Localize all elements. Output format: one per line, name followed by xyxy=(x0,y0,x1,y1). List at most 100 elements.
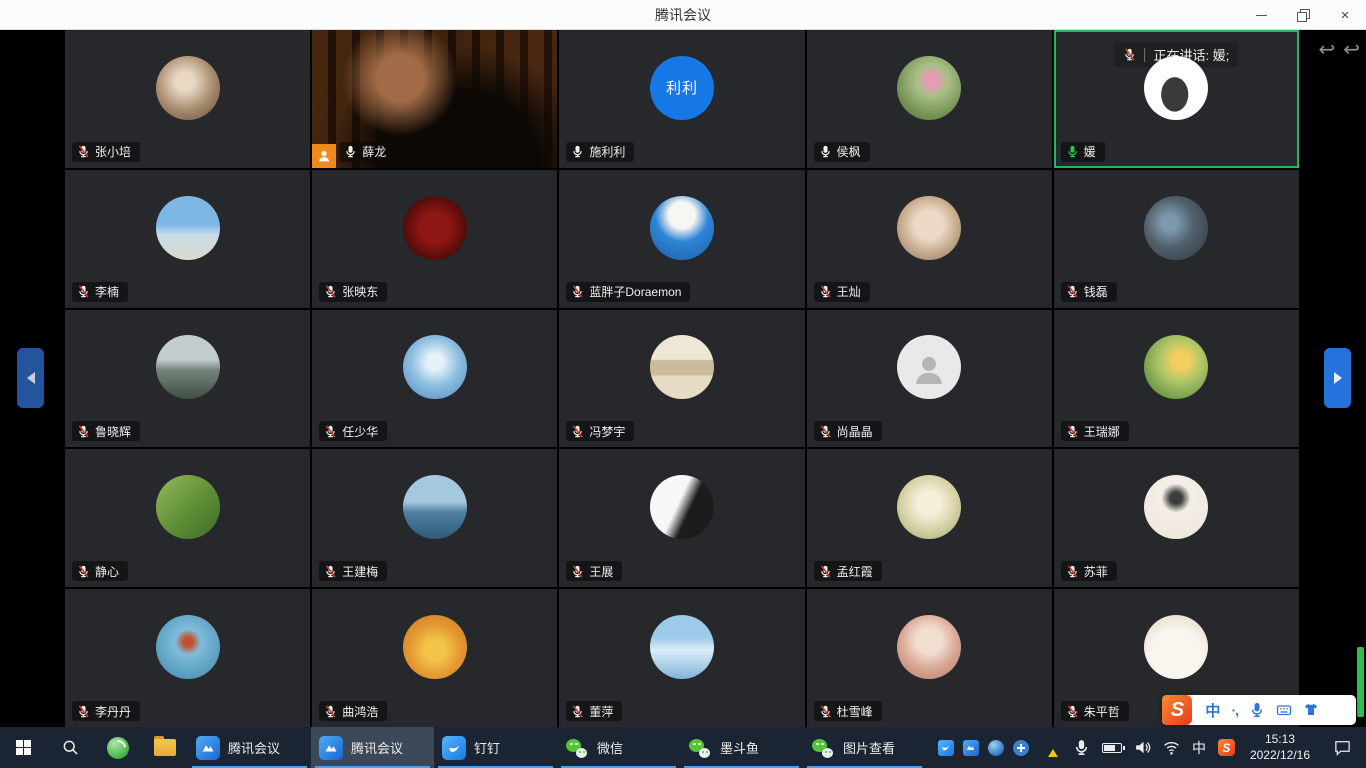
mic-on-icon xyxy=(819,145,832,158)
participant-tile[interactable]: 王展 xyxy=(559,449,804,587)
participant-tile[interactable]: 张映东 xyxy=(312,170,557,308)
avatar xyxy=(897,335,961,399)
sogou-logo-icon[interactable]: S xyxy=(1162,695,1192,725)
participant-name: 孟红霞 xyxy=(837,563,873,580)
prev-page-button[interactable] xyxy=(17,348,44,408)
mic-muted-icon xyxy=(77,425,90,438)
participant-tile[interactable]: 利利 施利利 xyxy=(559,30,804,168)
ime-indicator[interactable]: 中 xyxy=(1192,738,1206,758)
taskbar-app-label: 墨斗鱼 xyxy=(720,738,759,757)
next-page-button[interactable] xyxy=(1324,348,1351,408)
clock-time: 15:13 xyxy=(1250,732,1310,748)
participant-tile[interactable]: 侯枫 xyxy=(807,30,1052,168)
voice-input-icon[interactable] xyxy=(1249,702,1265,718)
windows-taskbar: 腾讯会议 腾讯会议 钉钉 微信 墨斗鱼 图片查看 xyxy=(0,727,1366,768)
mic-muted-icon xyxy=(819,425,832,438)
participant-name: 任少华 xyxy=(342,423,378,440)
mic-muted-icon xyxy=(571,285,584,298)
mic-speaking-icon xyxy=(1066,145,1079,158)
taskbar-app-wechat[interactable]: 微信 xyxy=(557,727,680,768)
tray-dingtalk-icon[interactable] xyxy=(938,740,954,756)
system-status-icons: 中 S xyxy=(1073,738,1235,758)
participant-name: 蓝胖子Doraemon xyxy=(589,283,681,300)
minimize-button[interactable] xyxy=(1240,0,1282,30)
participant-tile[interactable]: 钱磊 xyxy=(1054,170,1299,308)
participant-label: 媛 xyxy=(1061,142,1105,162)
participant-label: 孟红霞 xyxy=(814,561,882,581)
taskbar-search-button[interactable] xyxy=(47,727,94,768)
undo-arrow-icon[interactable]: ↩ xyxy=(1343,40,1360,60)
undo-arrow-icon[interactable]: ↩ xyxy=(1318,40,1335,60)
soft-keyboard-icon[interactable] xyxy=(1276,702,1292,718)
close-button[interactable]: × xyxy=(1324,0,1366,30)
participant-tile[interactable]: 蓝胖子Doraemon xyxy=(559,170,804,308)
participant-tile[interactable]: 鲁晓辉 xyxy=(65,310,310,448)
participant-tile[interactable]: 王建梅 xyxy=(312,449,557,587)
tray-sogou-icon[interactable]: S xyxy=(1218,739,1235,756)
taskbar-app-tencent-meeting-active[interactable]: 腾讯会议 xyxy=(311,727,434,768)
action-center-button[interactable] xyxy=(1325,738,1360,757)
participant-tile[interactable]: 董萍 xyxy=(559,589,804,727)
participant-grid: 张小培 薛龙 利利 施利利 侯 xyxy=(65,30,1299,727)
participant-label: 王灿 xyxy=(814,282,870,302)
participant-tile[interactable]: 张小培 xyxy=(65,30,310,168)
participant-tile[interactable]: 曲鸿浩 xyxy=(312,589,557,727)
warning-icon xyxy=(1048,749,1058,757)
mic-muted-icon xyxy=(324,705,337,718)
mic-muted-icon xyxy=(324,565,337,578)
start-button[interactable] xyxy=(0,727,47,768)
avatar xyxy=(156,335,220,399)
participant-label: 李楠 xyxy=(72,282,128,302)
wechat-icon xyxy=(688,736,712,760)
taskbar-app-modouyu[interactable]: 墨斗鱼 xyxy=(680,727,803,768)
participant-tile[interactable]: 杜雪峰 xyxy=(807,589,1052,727)
participant-tile[interactable]: 静心 xyxy=(65,449,310,587)
participant-label: 尚晶晶 xyxy=(814,421,882,441)
participant-label: 张映东 xyxy=(319,282,387,302)
taskbar-app-dingtalk[interactable]: 钉钉 xyxy=(434,727,557,768)
notification-bubble-icon xyxy=(1333,738,1352,757)
avatar: 利利 xyxy=(650,56,714,120)
punctuation-toggle[interactable]: ·, xyxy=(1231,702,1238,718)
participant-label: 曲鸿浩 xyxy=(319,701,387,721)
tray-microphone-icon[interactable] xyxy=(1073,739,1090,756)
avatar xyxy=(897,475,961,539)
participant-label: 任少华 xyxy=(319,421,387,441)
minimize-icon xyxy=(1256,15,1267,16)
avatar xyxy=(1144,196,1208,260)
tray-browser-icon[interactable] xyxy=(988,740,1004,756)
participant-tile[interactable]: 王灿 xyxy=(807,170,1052,308)
avatar xyxy=(156,56,220,120)
ime-mode-toggle[interactable]: 中 xyxy=(1205,700,1220,721)
taskbar-app-image-viewer[interactable]: 图片查看 xyxy=(803,727,926,768)
tray-tencent-meeting-icon[interactable] xyxy=(963,740,979,756)
browser-360-button[interactable] xyxy=(94,727,141,768)
restore-button[interactable] xyxy=(1282,0,1324,30)
taskbar-app-tencent-meeting[interactable]: 腾讯会议 xyxy=(188,727,311,768)
participant-label: 董萍 xyxy=(566,701,622,721)
participant-name: 鲁晓辉 xyxy=(95,423,131,440)
participant-tile[interactable]: 孟红霞 xyxy=(807,449,1052,587)
participant-tile-speaking[interactable]: 正在讲话: 媛; 媛 xyxy=(1054,30,1299,168)
participant-tile[interactable]: 李丹丹 xyxy=(65,589,310,727)
participant-tile[interactable]: 任少华 xyxy=(312,310,557,448)
wifi-icon[interactable] xyxy=(1163,739,1180,756)
volume-icon[interactable] xyxy=(1134,739,1151,756)
tray-security-shield-icon[interactable] xyxy=(1038,739,1056,756)
audio-level-bar xyxy=(1357,647,1364,717)
participant-tile[interactable]: 李楠 xyxy=(65,170,310,308)
avatar xyxy=(1144,475,1208,539)
participant-tile-video[interactable]: 薛龙 xyxy=(312,30,557,168)
participant-name: 王展 xyxy=(589,563,613,580)
taskbar-clock[interactable]: 15:13 2022/12/16 xyxy=(1244,732,1316,763)
participant-tile[interactable]: 王瑞娜 xyxy=(1054,310,1299,448)
file-explorer-button[interactable] xyxy=(141,727,188,768)
participant-tile[interactable]: 冯梦宇 xyxy=(559,310,804,448)
participant-tile[interactable]: 尚晶晶 xyxy=(807,310,1052,448)
participant-tile[interactable]: 苏菲 xyxy=(1054,449,1299,587)
toolbox-grid-icon[interactable] xyxy=(1330,703,1344,717)
battery-icon[interactable] xyxy=(1102,743,1122,753)
skin-shirt-icon[interactable] xyxy=(1303,702,1319,718)
participant-name: 施利利 xyxy=(589,143,625,160)
tray-plus-icon[interactable] xyxy=(1013,740,1029,756)
